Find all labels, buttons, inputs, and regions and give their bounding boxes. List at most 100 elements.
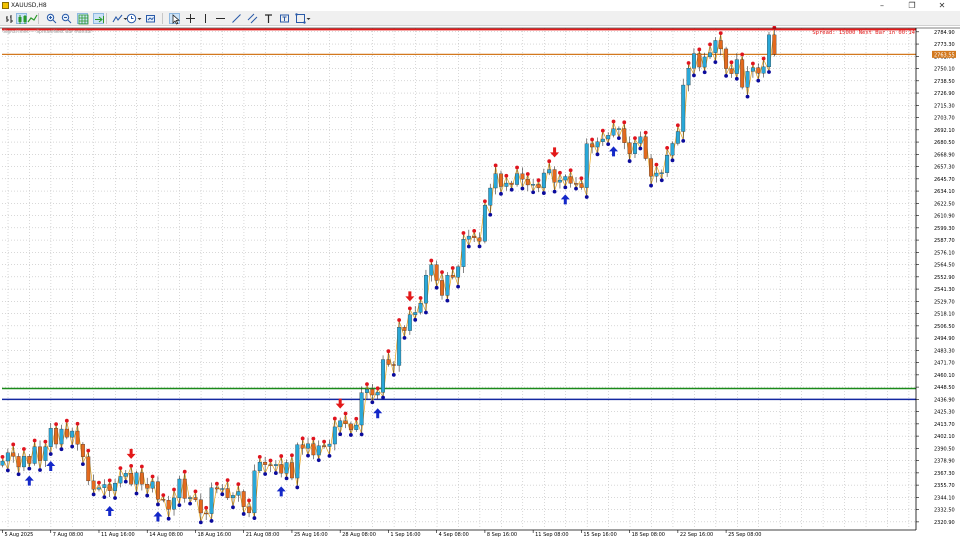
channel-icon[interactable]	[247, 13, 258, 24]
horizontal-line-icon[interactable]	[215, 13, 226, 24]
low-dot	[5, 468, 10, 473]
restore-button[interactable]: ❐	[897, 0, 927, 11]
low-dot	[381, 395, 385, 400]
high-dot	[107, 478, 112, 483]
bear-candle	[729, 68, 734, 74]
bull-candle	[600, 138, 605, 142]
close-button[interactable]: ✕	[927, 0, 957, 11]
y-tick-label: 2657.30	[934, 165, 955, 171]
low-dot	[670, 158, 675, 163]
low-dot	[531, 190, 536, 195]
text-icon[interactable]	[263, 13, 274, 24]
text-label-icon[interactable]	[279, 13, 290, 24]
bull-candle	[767, 34, 771, 68]
trendline-icon[interactable]	[231, 13, 242, 24]
high-dot	[64, 418, 69, 423]
bull-candle	[423, 274, 428, 304]
bear-candle	[574, 183, 578, 185]
low-dot	[713, 60, 718, 65]
bear-candle	[386, 359, 391, 365]
low-dot	[134, 491, 139, 496]
low-dot	[499, 191, 503, 196]
low-dot	[681, 138, 686, 143]
chart-toolbar	[0, 11, 960, 26]
bull-candle	[397, 327, 402, 366]
y-tick-label: 2494.90	[934, 336, 955, 342]
low-dot	[584, 195, 589, 199]
low-dot	[123, 479, 128, 484]
signal-arrows	[24, 146, 619, 522]
autoscroll-icon[interactable]	[93, 13, 104, 24]
vertical-line-icon[interactable]	[200, 13, 211, 24]
bear-candle	[552, 169, 557, 183]
high-dot	[257, 455, 262, 459]
bear-candle	[740, 59, 745, 88]
bear-candle	[472, 235, 477, 238]
bear-candle	[311, 443, 316, 456]
low-dot	[488, 212, 493, 217]
candlestick-icon[interactable]	[16, 13, 27, 24]
high-dot	[54, 422, 58, 427]
horizontal-lines[interactable]	[2, 28, 916, 401]
bull-candle	[70, 430, 75, 438]
high-dot	[515, 165, 519, 170]
bear-candle	[322, 445, 327, 447]
y-tick-label: 2448.50	[934, 385, 955, 391]
low-dot	[338, 432, 343, 437]
high-dot	[708, 42, 712, 47]
low-dot	[563, 185, 568, 190]
y-tick-label: 2529.70	[934, 299, 955, 305]
bear-candle	[391, 364, 396, 366]
y-tick-label: 2402.10	[934, 434, 955, 440]
bull-candle	[43, 446, 48, 461]
bear-candle	[107, 484, 112, 491]
high-dot	[75, 421, 80, 426]
down-arrow-icon	[126, 448, 136, 459]
bar-chart-icon[interactable]	[5, 13, 16, 24]
zoom-out-icon[interactable]	[61, 13, 72, 24]
low-dot	[306, 453, 310, 458]
bear-candle	[440, 280, 444, 296]
templates-icon[interactable]	[145, 13, 156, 24]
down-arrow-icon	[335, 398, 345, 409]
bull-candle	[102, 484, 107, 488]
bull-candle	[295, 444, 300, 479]
high-dot	[429, 258, 434, 263]
bull-candle	[354, 424, 359, 430]
bull-candle	[0, 460, 5, 466]
line-chart-icon[interactable]	[27, 13, 38, 24]
low-dot	[220, 492, 225, 497]
cursor-icon[interactable]	[169, 13, 180, 25]
periods-icon[interactable]	[126, 13, 137, 24]
low-dot	[767, 70, 771, 74]
low-dot	[466, 244, 471, 249]
shapes-icon[interactable]	[295, 13, 306, 24]
price-chart[interactable]: 2320.90 2332.50 2344.10 2355.70 2367.30 2378.…	[0, 26, 960, 540]
bull-candle	[32, 446, 37, 464]
y-tick-label: 2425.30	[934, 410, 955, 416]
low-dot	[745, 94, 750, 99]
grid-icon[interactable]	[77, 13, 89, 25]
y-tick-label: 2622.50	[934, 201, 955, 207]
high-dot	[247, 498, 251, 503]
bull-candle	[675, 131, 680, 144]
high-dot	[483, 199, 487, 204]
y-tick-label: 2436.90	[934, 397, 955, 403]
fractal-dots	[0, 26, 777, 525]
minimize-button[interactable]: –	[867, 0, 897, 11]
toolbar-separator	[38, 13, 39, 24]
bull-candle	[654, 172, 659, 177]
x-tick-label: 4 Sep 08:00	[439, 532, 469, 538]
zoom-in-icon[interactable]	[46, 13, 57, 24]
bear-candle	[182, 478, 187, 499]
high-dot	[279, 454, 284, 458]
bull-candle	[445, 275, 450, 296]
bear-candle	[718, 40, 723, 50]
bear-candle	[520, 173, 525, 180]
low-dot	[477, 244, 482, 249]
indicators-icon[interactable]	[112, 13, 123, 24]
crosshair-icon[interactable]	[185, 13, 196, 24]
chevron-down-icon[interactable]	[137, 13, 142, 24]
low-dot	[209, 519, 214, 523]
chevron-down-icon[interactable]	[306, 13, 311, 24]
